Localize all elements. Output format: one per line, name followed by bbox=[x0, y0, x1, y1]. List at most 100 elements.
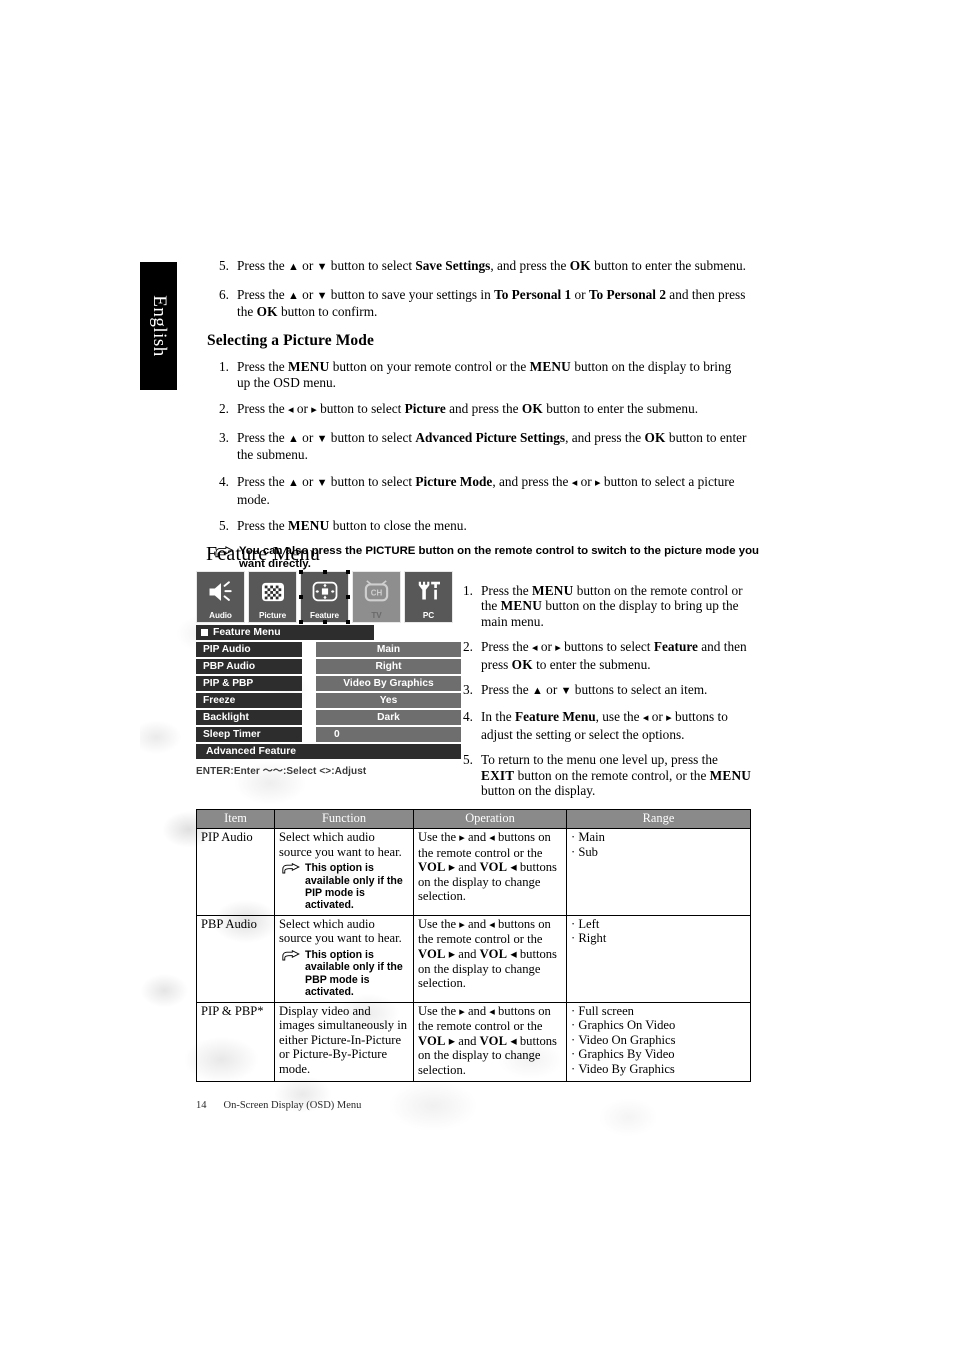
osd-tab-audio[interactable]: Audio bbox=[196, 571, 245, 623]
osd-row-gap bbox=[302, 693, 316, 708]
osd-row-label: PIP Audio bbox=[196, 642, 302, 657]
range-option: Main bbox=[571, 830, 746, 845]
range-option: Graphics By Video bbox=[571, 1047, 746, 1062]
cell-function-note-text: This option is available only if the PBP… bbox=[305, 949, 403, 999]
osd-menu-row[interactable]: PIP & PBP Video By Graphics bbox=[196, 676, 461, 691]
step-text: Press the ▲ or ▼ button to select Advanc… bbox=[237, 429, 747, 463]
column-header-function: Function bbox=[274, 809, 414, 829]
cell-function-note: This option is available only if the PBP… bbox=[279, 949, 409, 999]
step-number: 3. bbox=[219, 429, 229, 445]
osd-row-label: Freeze bbox=[196, 693, 302, 708]
osd-tab-bar[interactable]: Audio Picture Feature CH TV PC bbox=[196, 570, 461, 624]
feature-menu-steps: 1. Press the MENU button on the remote co… bbox=[463, 583, 753, 808]
range-list: LeftRight bbox=[571, 917, 746, 946]
step-number: 1. bbox=[463, 583, 473, 598]
page-section-heading: Selecting a Picture Mode bbox=[207, 332, 374, 349]
range-option: Right bbox=[571, 931, 746, 946]
picture-mode-section: Selecting a Picture Mode 1. Press the MEN… bbox=[207, 332, 759, 571]
instruction-step: 1. Press the MENU button on your remote c… bbox=[219, 359, 747, 390]
step-text: Press the ▲ or ▼ buttons to select an it… bbox=[481, 682, 708, 698]
range-option: Full screen bbox=[571, 1004, 746, 1019]
table-row: PIP Audio Select which audio source you w… bbox=[196, 828, 751, 916]
step-text: Press the ▲ or ▼ button to save your set… bbox=[237, 286, 746, 320]
cell-range: MainSub bbox=[566, 828, 751, 916]
instruction-step: 2. Press the ◂ or ▸ button to select Pict… bbox=[219, 401, 747, 419]
tv-icon: CH bbox=[353, 572, 400, 611]
pointing-hand-icon bbox=[282, 863, 300, 874]
osd-tab-label: Audio bbox=[209, 611, 232, 620]
osd-menu-row[interactable]: Sleep Timer 0 bbox=[196, 727, 461, 742]
step-text: Press the ▲ or ▼ button to select Pictur… bbox=[237, 473, 735, 507]
language-tab: English bbox=[140, 262, 177, 390]
osd-row-label: Sleep Timer bbox=[196, 727, 302, 742]
osd-menu-row[interactable]: PIP Audio Main bbox=[196, 642, 461, 657]
osd-tab-picture[interactable]: Picture bbox=[248, 571, 297, 623]
osd-advanced-feature-label: Advanced Feature bbox=[206, 746, 297, 757]
instruction-step: 4. Press the ▲ or ▼ button to select Pict… bbox=[219, 474, 747, 507]
osd-menu-title: Feature Menu bbox=[196, 625, 374, 640]
instruction-step: 5. Press the MENU button to close the men… bbox=[219, 518, 747, 534]
step-number: 2. bbox=[463, 639, 473, 655]
cell-operation: Use the ▸ and ◂ buttons on the remote co… bbox=[413, 914, 567, 1003]
osd-row-gap bbox=[302, 642, 316, 657]
cell-function-text: Select which audio source you want to he… bbox=[279, 830, 402, 859]
osd-tab-tv[interactable]: CH TV bbox=[352, 571, 401, 623]
instruction-step: 3. Press the ▲ or ▼ button to select Adva… bbox=[219, 430, 747, 463]
osd-hint-bar: ENTER:Enter ～～:Select <>:Adjust bbox=[196, 766, 367, 777]
cell-range: LeftRight bbox=[566, 914, 751, 1003]
instruction-step: 2. Press the ◂ or ▸ buttons to select Fea… bbox=[463, 639, 753, 672]
osd-menu-title-text: Feature Menu bbox=[213, 627, 281, 638]
step-number: 6. bbox=[219, 286, 229, 302]
step-text: To return to the menu one level up, pres… bbox=[481, 752, 752, 799]
osd-tab-feature[interactable]: Feature bbox=[299, 570, 350, 624]
table-row: PIP & PBP* Display video and images simul… bbox=[196, 1001, 751, 1082]
table-row: PBP Audio Select which audio source you w… bbox=[196, 914, 751, 1003]
cell-function-text: Select which audio source you want to he… bbox=[279, 916, 402, 946]
osd-tab-pc[interactable]: PC bbox=[404, 571, 453, 623]
osd-row-value[interactable]: Dark bbox=[316, 710, 461, 725]
osd-advanced-feature-item[interactable]: Advanced Feature bbox=[196, 744, 461, 759]
osd-row-list: PIP Audio Main PBP Audio Right PIP & PBP Vide… bbox=[196, 642, 461, 742]
cell-function: Display video and images simultaneously … bbox=[274, 1001, 414, 1082]
step-number: 4. bbox=[219, 473, 229, 489]
osd-row-label: PBP Audio bbox=[196, 659, 302, 674]
range-option: Sub bbox=[571, 845, 746, 860]
page-footer: 14 On-Screen Display (OSD) Menu bbox=[196, 1100, 361, 1111]
column-header-range: Range bbox=[566, 809, 751, 829]
osd-tab-label: PC bbox=[422, 611, 435, 620]
osd-row-value[interactable]: 0 bbox=[316, 727, 461, 742]
osd-menu-row[interactable]: PBP Audio Right bbox=[196, 659, 461, 674]
osd-row-label: PIP & PBP bbox=[196, 676, 302, 691]
instruction-step: 5. Press the ▲ or ▼ button to select Save… bbox=[219, 258, 753, 276]
osd-menu-row[interactable]: Freeze Yes bbox=[196, 693, 461, 708]
step-text: Press the MENU button on your remote con… bbox=[237, 359, 732, 390]
osd-row-label: Backlight bbox=[196, 710, 302, 725]
osd-row-value[interactable]: Right bbox=[316, 659, 461, 674]
checker-icon bbox=[249, 572, 296, 611]
pointing-hand-icon bbox=[282, 949, 300, 961]
instruction-step: 5. To return to the menu one level up, pr… bbox=[463, 752, 753, 798]
osd-row-gap bbox=[302, 676, 316, 691]
step-number: 3. bbox=[463, 682, 473, 698]
osd-tab-label: Picture bbox=[258, 611, 287, 620]
osd-row-value[interactable]: Video By Graphics bbox=[316, 676, 461, 691]
step-text: Press the ◂ or ▸ buttons to select Featu… bbox=[481, 639, 747, 672]
cell-function-text: Display video and images simultaneously … bbox=[279, 1003, 408, 1076]
cell-item: PBP Audio bbox=[196, 914, 275, 1003]
osd-tab-label: Feature bbox=[310, 611, 339, 620]
osd-row-value[interactable]: Yes bbox=[316, 693, 461, 708]
feature-menu-heading-wrap: Feature Menu bbox=[206, 543, 320, 566]
speaker-icon bbox=[197, 572, 244, 611]
step-number: 1. bbox=[219, 359, 229, 374]
range-list: Full screenGraphics On VideoVideo On Gra… bbox=[571, 1004, 746, 1077]
osd-menu-row[interactable]: Backlight Dark bbox=[196, 710, 461, 725]
range-option: Video By Graphics bbox=[571, 1062, 746, 1077]
cell-operation: Use the ▸ and ◂ buttons on the remote co… bbox=[413, 1001, 567, 1082]
step-number: 5. bbox=[219, 518, 229, 534]
cell-function-note-text: This option is available only if the PIP… bbox=[305, 862, 403, 912]
osd-row-value[interactable]: Main bbox=[316, 642, 461, 657]
cell-item: PIP Audio bbox=[196, 828, 275, 916]
step-number: 5. bbox=[463, 752, 473, 768]
column-header-operation: Operation bbox=[413, 809, 567, 829]
instruction-step: 4. In the Feature Menu, use the ◂ or ▸ bu… bbox=[463, 709, 753, 742]
